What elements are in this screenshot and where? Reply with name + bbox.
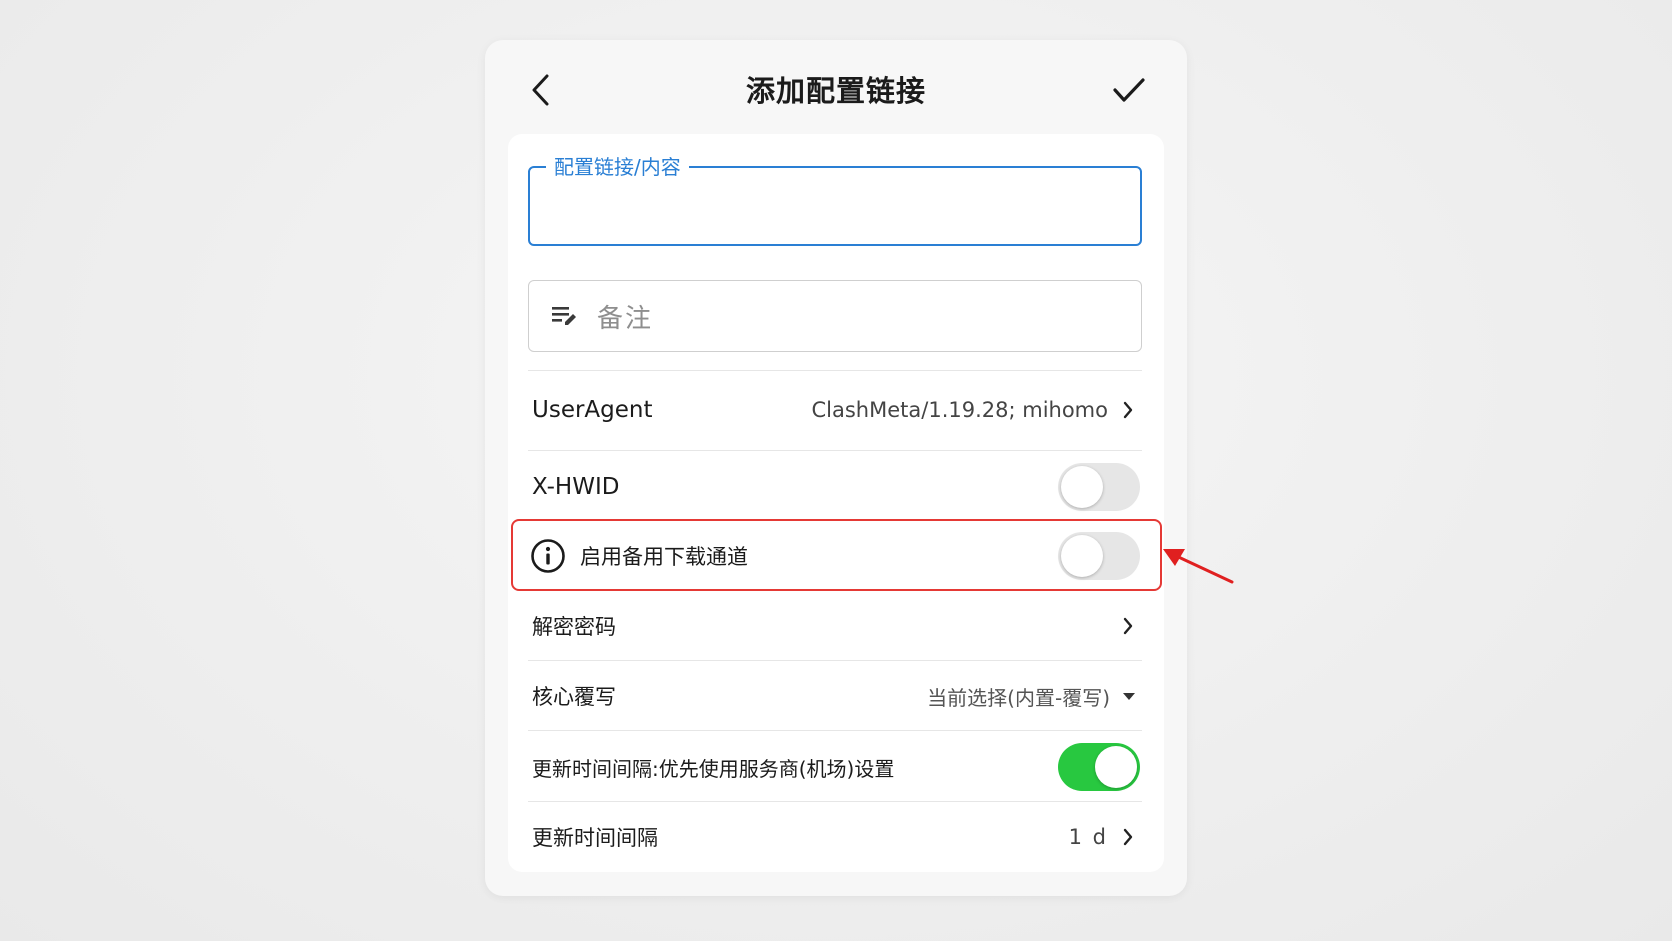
info-circle-icon[interactable] (530, 538, 566, 574)
backup-channel-label: 启用备用下载通道 (580, 545, 748, 569)
decrypt-password-row[interactable]: 解密密码 (528, 594, 1142, 658)
x-hwid-label: X-HWID (532, 474, 620, 500)
backup-channel-toggle[interactable] (1058, 532, 1140, 580)
config-url-field[interactable]: 配置链接/内容 (528, 154, 1142, 246)
divider (528, 660, 1142, 661)
useragent-row[interactable]: UserAgent ClashMeta/1.19.28; mihomo (528, 380, 1142, 440)
useragent-value: ClashMeta/1.19.28; mihomo (811, 398, 1109, 422)
divider (528, 730, 1142, 731)
toggle-knob (1061, 535, 1103, 577)
divider (528, 801, 1142, 802)
prefer-provider-interval-row: 更新时间间隔:优先使用服务商(机场)设置 (528, 734, 1142, 800)
update-interval-row[interactable]: 更新时间间隔 1 d (528, 805, 1142, 869)
screen: 添加配置链接 配置链接/内容 备注 UserAgent ClashMeta/1.… (0, 0, 1672, 941)
checkmark-icon (1113, 78, 1145, 102)
chevron-right-icon (1118, 825, 1138, 849)
page-title: 添加配置链接 (745, 74, 926, 108)
core-override-label: 核心覆写 (532, 685, 616, 709)
prefer-provider-interval-toggle[interactable] (1058, 743, 1140, 791)
x-hwid-row: X-HWID (528, 454, 1142, 520)
useragent-label: UserAgent (532, 397, 653, 423)
notes-edit-icon (551, 302, 579, 330)
config-url-label: 配置链接/内容 (546, 154, 689, 180)
toggle-knob (1061, 466, 1103, 508)
toggle-knob (1095, 746, 1137, 788)
chevron-right-icon (1118, 398, 1138, 422)
update-interval-label: 更新时间间隔 (532, 826, 658, 850)
decrypt-password-label: 解密密码 (532, 615, 616, 639)
backup-channel-row: 启用备用下载通道 (528, 523, 1142, 589)
prefer-provider-interval-label: 更新时间间隔:优先使用服务商(机场)设置 (532, 756, 895, 781)
x-hwid-toggle[interactable] (1058, 463, 1140, 511)
confirm-button[interactable] (1105, 68, 1153, 112)
core-override-row[interactable]: 核心覆写 当前选择(内置-覆写) (528, 664, 1142, 728)
update-interval-value: 1 d (1068, 825, 1108, 849)
note-field[interactable]: 备注 (528, 280, 1142, 352)
divider (528, 450, 1142, 451)
caret-down-icon (1122, 691, 1136, 701)
header-bar: 添加配置链接 (485, 40, 1187, 135)
red-arrow-icon (1163, 549, 1234, 584)
core-override-value: 当前选择(内置-覆写) (927, 685, 1110, 710)
chevron-right-icon (1118, 614, 1138, 638)
dialog-window: 添加配置链接 配置链接/内容 备注 UserAgent ClashMeta/1.… (485, 40, 1187, 896)
note-placeholder: 备注 (597, 303, 654, 334)
divider (528, 370, 1142, 371)
settings-card: 配置链接/内容 备注 UserAgent ClashMeta/1.19.28; … (508, 134, 1164, 872)
